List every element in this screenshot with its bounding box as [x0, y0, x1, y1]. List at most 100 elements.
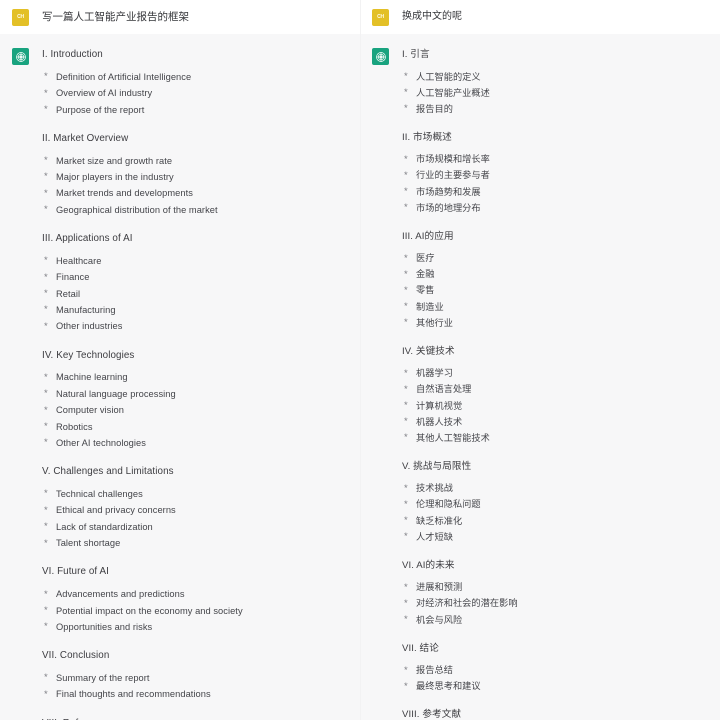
user-message-text: 写一篇人工智能产业报告的框架 — [42, 10, 189, 23]
outline-section: IV. 关键技术 机器学习 自然语言处理 计算机视觉 机器人技术 其他人工智能技… — [402, 345, 712, 444]
list-item: Market trends and developments — [42, 188, 352, 199]
outline-section: VI. Future of AI Advancements and predic… — [42, 566, 352, 633]
list-item: 机会与风险 — [402, 615, 712, 626]
list-item: 伦理和隐私问题 — [402, 499, 712, 510]
openai-logo-icon — [375, 51, 387, 63]
section-heading: VI. AI的未来 — [402, 559, 455, 571]
list-item: Healthcare — [42, 256, 352, 267]
list-item: 医疗 — [402, 253, 712, 264]
list-item: 人才短缺 — [402, 532, 712, 543]
list-item: 进展和预测 — [402, 582, 712, 593]
list-item: Purpose of the report — [42, 105, 352, 116]
list-item: 市场规模和增长率 — [402, 154, 712, 165]
list-item: Potential impact on the economy and soci… — [42, 606, 352, 617]
section-bullet-list: Machine learning Natural language proces… — [42, 372, 352, 449]
list-item: 零售 — [402, 285, 712, 296]
section-heading: III. Applications of AI — [42, 232, 133, 244]
list-item: 技术挑战 — [402, 483, 712, 494]
list-item: Opportunities and risks — [42, 622, 352, 633]
section-bullet-list: 机器学习 自然语言处理 计算机视觉 机器人技术 其他人工智能技术 — [402, 368, 712, 443]
assistant-answer-outline: I. 引言 人工智能的定义 人工智能产业概述 报告目的 II. 市场概述 市场规… — [402, 49, 712, 720]
list-item: Market size and growth rate — [42, 156, 352, 167]
list-item: Manufacturing — [42, 305, 352, 316]
list-item: Geographical distribution of the market — [42, 205, 352, 216]
section-heading: IV. Key Technologies — [42, 349, 135, 361]
list-item: Other industries — [42, 321, 352, 332]
list-item: 报告目的 — [402, 104, 712, 115]
section-bullet-list: 市场规模和增长率 行业的主要参与者 市场趋势和发展 市场的地理分布 — [402, 154, 712, 213]
assistant-avatar — [12, 48, 29, 65]
section-heading: VII. Conclusion — [42, 650, 110, 662]
list-item: Summary of the report — [42, 673, 352, 684]
section-heading: I. 引言 — [402, 49, 430, 60]
section-heading: I. Introduction — [42, 49, 103, 60]
list-item: Talent shortage — [42, 538, 352, 549]
section-bullet-list: Technical challenges Ethical and privacy… — [42, 489, 352, 549]
section-bullet-list: 医疗 金融 零售 制造业 其他行业 — [402, 253, 712, 328]
outline-section: VII. Conclusion Summary of the report Fi… — [42, 650, 352, 701]
outline-section: VII. 结论 报告总结 最终思考和建议 — [402, 643, 712, 693]
list-item: Technical challenges — [42, 489, 352, 500]
list-item: Ethical and privacy concerns — [42, 505, 352, 516]
list-item: 计算机视觉 — [402, 401, 712, 412]
section-bullet-list: Summary of the report Final thoughts and… — [42, 673, 352, 701]
section-heading: VIII. 参考文献 — [402, 709, 462, 720]
assistant-message-row: I. 引言 人工智能的定义 人工智能产业概述 报告目的 II. 市场概述 市场规… — [360, 34, 720, 720]
list-item: Definition of Artificial Intelligence — [42, 72, 352, 83]
list-item: Robotics — [42, 422, 352, 433]
list-item: Final thoughts and recommendations — [42, 689, 352, 700]
list-item: 最终思考和建议 — [402, 681, 712, 692]
user-avatar: CH — [12, 8, 29, 26]
outline-section: III. Applications of AI Healthcare Finan… — [42, 232, 352, 333]
outline-section: VIII. 参考文献 用于报告的资料列表。 — [402, 709, 712, 720]
list-item: 机器学习 — [402, 368, 712, 379]
list-item: 人工智能的定义 — [402, 72, 712, 83]
list-item: 缺乏标准化 — [402, 516, 712, 527]
list-item: 其他行业 — [402, 318, 712, 329]
user-avatar: CH — [372, 8, 389, 26]
list-item: 其他人工智能技术 — [402, 433, 712, 444]
section-heading: IV. 关键技术 — [402, 345, 455, 357]
openai-logo-icon — [15, 51, 27, 63]
list-item: Machine learning — [42, 372, 352, 383]
conversation-pane-chinese: CH 换成中文的呢 I. 引言 人工智能的定义 — [360, 0, 720, 720]
list-item: Other AI technologies — [42, 438, 352, 449]
outline-section: II. 市场概述 市场规模和增长率 行业的主要参与者 市场趋势和发展 市场的地理… — [402, 131, 712, 214]
list-item: Retail — [42, 289, 352, 300]
list-item: Lack of standardization — [42, 522, 352, 533]
user-message-text: 换成中文的呢 — [402, 11, 462, 22]
list-item: Natural language processing — [42, 389, 352, 400]
section-bullet-list: 人工智能的定义 人工智能产业概述 报告目的 — [402, 72, 712, 115]
list-item: 行业的主要参与者 — [402, 170, 712, 181]
section-heading: VI. Future of AI — [42, 566, 109, 578]
section-bullet-list: 报告总结 最终思考和建议 — [402, 665, 712, 692]
assistant-avatar — [372, 48, 389, 65]
outline-section: VI. AI的未来 进展和预测 对经济和社会的潜在影响 机会与风险 — [402, 559, 712, 626]
list-item: 金融 — [402, 269, 712, 280]
section-heading: V. Challenges and Limitations — [42, 466, 174, 478]
list-item: 报告总结 — [402, 665, 712, 676]
section-heading: II. 市场概述 — [402, 131, 452, 143]
section-heading: V. 挑战与局限性 — [402, 460, 472, 472]
list-item: 市场趋势和发展 — [402, 187, 712, 198]
list-item: 对经济和社会的潜在影响 — [402, 598, 712, 609]
assistant-answer-outline: I. Introduction Definition of Artificial… — [42, 49, 352, 720]
outline-section: II. Market Overview Market size and grow… — [42, 133, 352, 216]
section-bullet-list: Market size and growth rate Major player… — [42, 156, 352, 216]
list-item: 制造业 — [402, 302, 712, 313]
outline-section: V. 挑战与局限性 技术挑战 伦理和隐私问题 缺乏标准化 人才短缺 — [402, 460, 712, 543]
outline-section: I. Introduction Definition of Artificial… — [42, 49, 352, 116]
section-bullet-list: Advancements and predictions Potential i… — [42, 589, 352, 633]
list-item: 自然语言处理 — [402, 384, 712, 395]
section-bullet-list: Definition of Artificial Intelligence Ov… — [42, 72, 352, 116]
assistant-message-row: I. Introduction Definition of Artificial… — [0, 34, 360, 720]
list-item: Advancements and predictions — [42, 589, 352, 600]
user-message-row: CH 换成中文的呢 — [360, 0, 720, 34]
list-item: Overview of AI industry — [42, 88, 352, 99]
outline-section: IV. Key Technologies Machine learning Na… — [42, 349, 352, 450]
list-item: Major players in the industry — [42, 172, 352, 183]
section-bullet-list: Healthcare Finance Retail Manufacturing … — [42, 256, 352, 333]
chatgpt-side-by-side-comparison: CH 写一篇人工智能产业报告的框架 I. Introduction * Defi… — [0, 0, 720, 720]
list-item: Computer vision — [42, 405, 352, 416]
conversation-pane-english: CH 写一篇人工智能产业报告的框架 I. Introduction * Defi… — [0, 0, 360, 720]
